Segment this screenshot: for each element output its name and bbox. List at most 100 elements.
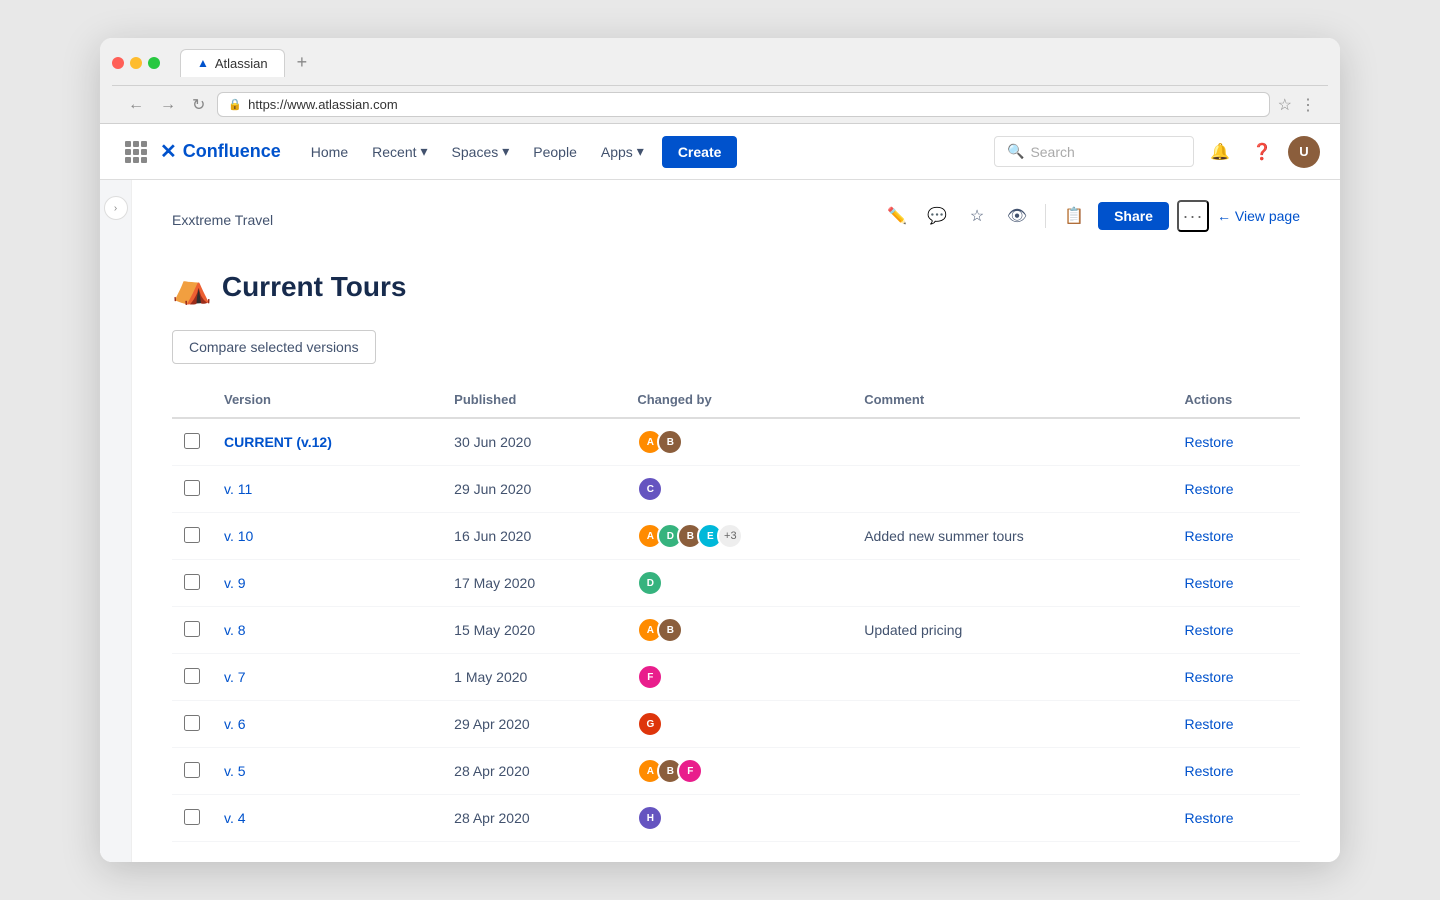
page-title-row: ⛺ Current Tours [172, 268, 1300, 306]
nav-spaces[interactable]: Spaces ▾ [442, 137, 520, 166]
refresh-button[interactable]: ↻ [188, 93, 209, 117]
version-link[interactable]: v. 7 [224, 669, 246, 685]
more-actions-button[interactable]: ··· [1177, 200, 1209, 232]
comment-cell [852, 560, 1172, 607]
changed-by-cell: F [625, 654, 852, 701]
comment-cell [852, 418, 1172, 466]
table-row: v. 528 Apr 2020ABFRestore [172, 748, 1300, 795]
sidebar-toggle: › [100, 180, 132, 862]
published-date: 17 May 2020 [442, 560, 625, 607]
close-button[interactable] [112, 57, 124, 69]
recent-chevron-icon: ▾ [421, 143, 428, 160]
page-title: Current Tours [222, 271, 407, 303]
version-checkbox[interactable] [184, 527, 200, 543]
active-tab[interactable]: ▲ Atlassian [180, 49, 285, 77]
edit-icon[interactable]: ✏️ [881, 200, 913, 232]
restore-link[interactable]: Restore [1185, 528, 1234, 544]
bookmark-icon[interactable]: ☆ [1278, 95, 1292, 115]
version-checkbox[interactable] [184, 480, 200, 496]
version-link[interactable]: v. 4 [224, 810, 246, 826]
view-page-button[interactable]: ← View page [1217, 208, 1300, 224]
more-icon[interactable]: ⋮ [1300, 95, 1316, 115]
minimize-button[interactable] [130, 57, 142, 69]
restore-link[interactable]: Restore [1185, 622, 1234, 638]
grid-menu-button[interactable] [120, 136, 152, 168]
restore-link[interactable]: Restore [1185, 434, 1234, 450]
user-avatar-small: B [657, 429, 683, 455]
published-date: 28 Apr 2020 [442, 795, 625, 842]
user-avatar[interactable]: U [1288, 136, 1320, 168]
comment-icon[interactable]: 💬 [921, 200, 953, 232]
search-box[interactable]: 🔍 Search [994, 136, 1194, 167]
version-checkbox[interactable] [184, 809, 200, 825]
col-actions: Actions [1173, 384, 1300, 418]
sidebar-toggle-button[interactable]: › [104, 196, 128, 220]
back-button[interactable]: ← [124, 94, 148, 116]
nav-recent[interactable]: Recent ▾ [362, 137, 437, 166]
version-link[interactable]: v. 10 [224, 528, 253, 544]
spaces-chevron-icon: ▾ [502, 143, 509, 160]
restore-link[interactable]: Restore [1185, 481, 1234, 497]
version-checkbox[interactable] [184, 668, 200, 684]
new-tab-button[interactable]: + [289, 48, 316, 77]
changed-by-cell: C [625, 466, 852, 513]
copy-icon[interactable]: 📋 [1058, 200, 1090, 232]
changed-by-cell: ADBE+3 [625, 513, 852, 560]
avatar-extra-count: +3 [717, 523, 743, 549]
tab-title: Atlassian [215, 56, 268, 71]
star-icon[interactable]: ☆ [961, 200, 993, 232]
tab-favicon: ▲ [197, 56, 209, 70]
share-button[interactable]: Share [1098, 202, 1169, 230]
create-button[interactable]: Create [662, 136, 738, 168]
restore-link[interactable]: Restore [1185, 716, 1234, 732]
version-link[interactable]: v. 5 [224, 763, 246, 779]
watch-icon[interactable]: 👁 [1001, 200, 1033, 232]
notifications-button[interactable]: 🔔 [1204, 136, 1236, 168]
changed-by-cell: H [625, 795, 852, 842]
browser-chrome: ▲ Atlassian + ← → ↻ 🔒 https://www.atlass… [100, 38, 1340, 124]
lock-icon: 🔒 [228, 98, 242, 111]
comment-cell [852, 466, 1172, 513]
page-emoji: ⛺ [172, 268, 212, 306]
maximize-button[interactable] [148, 57, 160, 69]
page-area: › Exxtreme Travel ✏️ 💬 ☆ 👁 📋 Share ··· ←… [100, 180, 1340, 862]
user-avatar-small: D [637, 570, 663, 596]
restore-link[interactable]: Restore [1185, 810, 1234, 826]
version-link[interactable]: v. 8 [224, 622, 246, 638]
version-checkbox[interactable] [184, 433, 200, 449]
address-bar: ← → ↻ 🔒 https://www.atlassian.com ☆ ⋮ [112, 85, 1328, 123]
version-link[interactable]: v. 9 [224, 575, 246, 591]
col-changed-by: Changed by [625, 384, 852, 418]
forward-button[interactable]: → [156, 94, 180, 116]
toolbar-divider [1045, 204, 1046, 228]
user-avatar-small: C [637, 476, 663, 502]
restore-link[interactable]: Restore [1185, 575, 1234, 591]
version-checkbox[interactable] [184, 762, 200, 778]
tab-bar: ▲ Atlassian + [180, 48, 315, 77]
version-checkbox[interactable] [184, 715, 200, 731]
version-table: Version Published Changed by Comment Act… [172, 384, 1300, 842]
version-checkbox[interactable] [184, 574, 200, 590]
table-row: CURRENT (v.12)30 Jun 2020ABRestore [172, 418, 1300, 466]
user-avatar-small: B [657, 617, 683, 643]
changed-by-cell: ABF [625, 748, 852, 795]
compare-versions-button[interactable]: Compare selected versions [172, 330, 376, 364]
comment-cell [852, 654, 1172, 701]
apps-chevron-icon: ▾ [637, 143, 644, 160]
browser-actions: ☆ ⋮ [1278, 95, 1316, 115]
comment-cell: Added new summer tours [852, 513, 1172, 560]
restore-link[interactable]: Restore [1185, 669, 1234, 685]
nav-home[interactable]: Home [301, 138, 358, 166]
url-bar[interactable]: 🔒 https://www.atlassian.com [217, 92, 1269, 117]
version-link[interactable]: v. 6 [224, 716, 246, 732]
version-link[interactable]: CURRENT (v.12) [224, 434, 332, 450]
col-comment: Comment [852, 384, 1172, 418]
browser-window: ▲ Atlassian + ← → ↻ 🔒 https://www.atlass… [100, 38, 1340, 862]
confluence-logo[interactable]: ✕ Confluence [160, 139, 281, 164]
help-button[interactable]: ❓ [1246, 136, 1278, 168]
version-link[interactable]: v. 11 [224, 481, 252, 497]
restore-link[interactable]: Restore [1185, 763, 1234, 779]
nav-apps[interactable]: Apps ▾ [591, 137, 654, 166]
nav-people[interactable]: People [523, 138, 587, 166]
version-checkbox[interactable] [184, 621, 200, 637]
